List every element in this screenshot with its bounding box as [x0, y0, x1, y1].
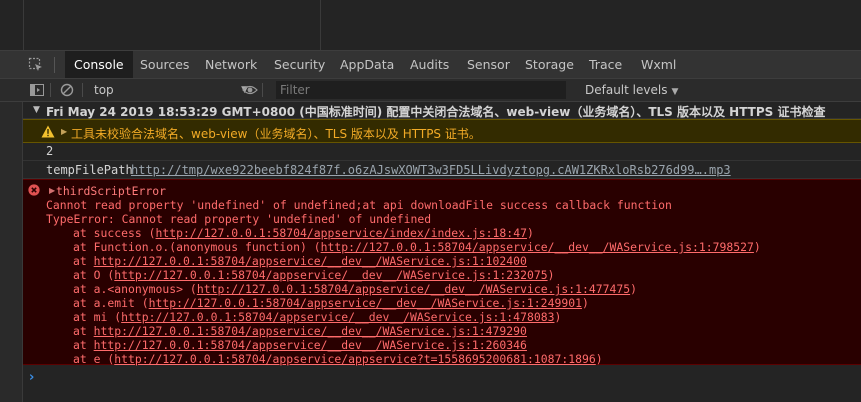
context-select-value: top [94, 83, 114, 97]
inspect-element-icon[interactable] [28, 57, 44, 73]
expand-triangle-icon[interactable]: ▼ [33, 105, 40, 115]
sidebar-toggle-icon[interactable] [30, 83, 44, 97]
chevron-down-icon: ▼ [671, 87, 679, 97]
live-expression-eye-icon[interactable] [242, 83, 258, 97]
tab-audits[interactable]: Audits [401, 51, 458, 78]
stack-frame-suffix: ) [554, 310, 562, 324]
divider [54, 57, 55, 73]
tab-sources[interactable]: Sources [131, 51, 198, 78]
stack-frame: at http://127.0.0.1:58704/appservice/__d… [73, 338, 527, 352]
stack-frame-link[interactable]: http://127.0.0.1:58704/appservice/__dev_… [94, 338, 527, 352]
stack-frame-link[interactable]: http://127.0.0.1:58704/appservice/__dev_… [114, 268, 547, 282]
log-value: 2 [46, 144, 54, 158]
stack-frame-prefix: at O ( [73, 268, 115, 282]
error-icon [28, 184, 40, 196]
stack-frame-prefix: at [73, 338, 94, 352]
tab-appdata[interactable]: AppData [331, 51, 403, 78]
error-title[interactable]: thirdScriptError [56, 184, 166, 198]
console-group-header[interactable]: ▼ Fri May 24 2019 18:53:29 GMT+0800 (中国标… [23, 102, 861, 119]
stack-frame-link[interactable]: http://127.0.0.1:58704/appservice/__dev_… [149, 296, 582, 310]
stack-frame: at e (http://127.0.0.1:58704/appservice/… [73, 352, 603, 366]
tab-storage[interactable]: Storage [516, 51, 583, 78]
stack-frame-link[interactable]: http://127.0.0.1:58704/appservice/__dev_… [94, 254, 527, 268]
devtools-top-area [0, 0, 861, 50]
log-levels-value: Default levels [585, 83, 668, 97]
stack-frame-prefix: at Function.o.(anonymous function) ( [73, 240, 321, 254]
tab-console[interactable]: Console [65, 51, 133, 78]
divider [82, 83, 83, 97]
stack-frame-suffix: ) [753, 240, 761, 254]
stack-frame: at mi (http://127.0.0.1:58704/appservice… [73, 310, 561, 324]
stack-frame-suffix: ) [595, 352, 603, 366]
warning-message: ▶ 工具未校验合法域名、web-view（业务域名）、TLS 版本以及 HTTP… [23, 119, 861, 143]
stack-frame-prefix: at mi ( [73, 310, 122, 324]
stack-frame-link[interactable]: http://127.0.0.1:58704/appservice/index/… [156, 226, 527, 240]
tab-security[interactable]: Security [265, 51, 334, 78]
divider [23, 0, 24, 50]
expand-triangle-icon[interactable]: ▶ [49, 186, 55, 195]
tab-network[interactable]: Network [196, 51, 266, 78]
console-prompt-caret-icon: › [29, 370, 35, 385]
warning-icon [41, 125, 55, 138]
divider [262, 83, 263, 97]
devtools-tab-bar: Console Sources Network Security AppData Audi… [0, 50, 861, 79]
stack-frame-prefix: at [73, 324, 94, 338]
clear-console-icon[interactable] [60, 83, 74, 97]
log-levels-select[interactable]: Default levels ▼ [585, 81, 678, 99]
divider [320, 0, 321, 50]
stack-frame: at O (http://127.0.0.1:58704/appservice/… [73, 268, 554, 282]
stack-frame-suffix: ) [547, 268, 555, 282]
left-gutter [0, 102, 23, 402]
error-message-line: Cannot read property 'undefined' of unde… [46, 198, 672, 212]
console-messages: ▼ Fri May 24 2019 18:53:29 GMT+0800 (中国标… [23, 102, 861, 402]
stack-frame-prefix: at [73, 254, 94, 268]
context-select[interactable]: top ▼ [94, 81, 254, 99]
tab-trace[interactable]: Trace [580, 51, 631, 78]
temp-file-path-link[interactable]: http://tmp/wxe922beebf824f87f.o6zAJswXOW… [131, 163, 731, 177]
stack-frame-link[interactable]: http://127.0.0.1:58704/appservice/appser… [114, 352, 595, 366]
stack-frame: at http://127.0.0.1:58704/appservice/__d… [73, 254, 527, 268]
tab-wxml[interactable]: Wxml [632, 51, 685, 78]
stack-frame: at http://127.0.0.1:58704/appservice/__d… [73, 324, 527, 338]
warning-text: 工具未校验合法域名、web-view（业务域名）、TLS 版本以及 HTTPS … [71, 127, 481, 141]
error-message: ▶ thirdScriptError Cannot read property … [23, 179, 861, 366]
error-type-line: TypeError: Cannot read property 'undefin… [46, 212, 432, 226]
stack-frame: at Function.o.(anonymous function) (http… [73, 240, 761, 254]
log-message: 2 [23, 143, 861, 161]
divider [50, 83, 51, 97]
stack-frame-suffix: ) [630, 282, 638, 296]
stack-frame-link[interactable]: http://127.0.0.1:58704/appservice/__dev_… [121, 310, 554, 324]
stack-frame-link[interactable]: http://127.0.0.1:58704/appservice/__dev_… [94, 324, 527, 338]
log-message: tempFilePath http://tmp/wxe922beebf824f8… [23, 161, 861, 179]
console-toolbar: top ▼ Default levels▼ [0, 79, 861, 102]
stack-frame-prefix: at a.<anonymous> ( [73, 282, 197, 296]
stack-frame-prefix: at e ( [73, 352, 115, 366]
group-header-text: Fri May 24 2019 18:53:29 GMT+0800 (中国标准时… [46, 105, 826, 119]
stack-frame: at success (http://127.0.0.1:58704/appse… [73, 226, 534, 240]
tab-sensor[interactable]: Sensor [458, 51, 519, 78]
stack-frame: at a.emit (http://127.0.0.1:58704/appser… [73, 296, 589, 310]
stack-frame-link[interactable]: http://127.0.0.1:58704/appservice/__dev_… [321, 240, 754, 254]
stack-frame-suffix: ) [526, 226, 534, 240]
expand-triangle-icon[interactable]: ▶ [61, 127, 67, 136]
stack-frame: at a.<anonymous> (http://127.0.0.1:58704… [73, 282, 637, 296]
stack-frame-prefix: at a.emit ( [73, 296, 149, 310]
stack-frame-suffix: ) [581, 296, 589, 310]
stack-frame-prefix: at success ( [73, 226, 156, 240]
stack-frame-link[interactable]: http://127.0.0.1:58704/appservice/__dev_… [197, 282, 630, 296]
filter-input[interactable] [276, 81, 566, 99]
console-prompt[interactable]: › [23, 370, 861, 388]
log-label: tempFilePath [46, 163, 133, 177]
